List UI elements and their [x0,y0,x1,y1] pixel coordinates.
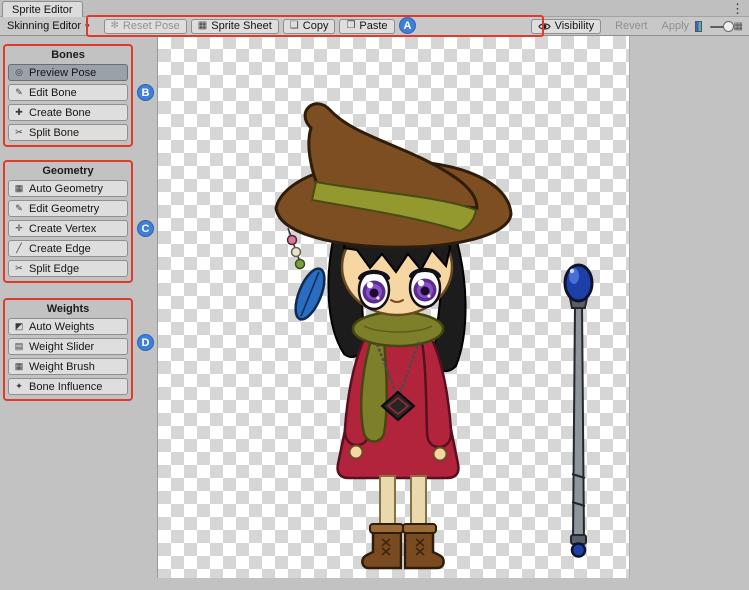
create-bone-button[interactable]: ✚ Create Bone [8,104,128,121]
bones-panel: Bones ◎ Preview Pose ✎ Edit Bone ✚ Creat… [3,44,133,147]
zoom-slider[interactable] [710,19,728,34]
kebab-menu-icon[interactable]: ⋮ [731,1,744,17]
weight-slider-label: Weight Slider [29,341,94,353]
split-edge-button[interactable]: ✂ Split Edge [8,260,128,277]
weight-slider-icon: ▤ [13,342,25,351]
eye-icon [538,22,551,31]
auto-weights-icon: ◩ [13,322,25,331]
edit-bone-label: Edit Bone [29,87,77,99]
reset-pose-button[interactable]: ✻ Reset Pose [104,19,187,34]
edit-geometry-icon: ✎ [13,204,25,213]
reset-pose-label: Reset Pose [123,21,180,32]
zoom-slider-knob[interactable] [723,21,734,32]
annotation-badge-c: C [137,220,154,237]
apply-button[interactable]: Apply [656,19,696,34]
create-edge-label: Create Edge [29,243,91,255]
create-vertex-icon: ✛ [13,224,25,233]
editor-mode-label: Skinning Editor [7,20,81,32]
split-edge-icon: ✂ [13,264,25,273]
split-bone-button[interactable]: ✂ Split Bone [8,124,128,141]
chevron-down-icon: ▾ [85,21,90,32]
auto-geometry-label: Auto Geometry [29,183,103,195]
split-edge-label: Split Edge [29,263,79,275]
sprite-sheet-label: Sprite Sheet [211,21,272,32]
copy-icon: ❏ [290,21,299,31]
auto-geometry-icon: ▦ [13,184,25,193]
geometry-panel: Geometry ▦ Auto Geometry ✎ Edit Geometry… [3,160,133,283]
rgb-alpha-swatch-icon[interactable] [695,21,702,32]
edit-bone-button[interactable]: ✎ Edit Bone [8,84,128,101]
edit-geometry-label: Edit Geometry [29,203,99,215]
bone-influence-label: Bone Influence [29,381,102,393]
weights-panel: Weights ◩ Auto Weights ▤ Weight Slider ▦… [3,298,133,401]
geometry-panel-title: Geometry [8,165,128,177]
preview-pose-button[interactable]: ◎ Preview Pose [8,64,128,81]
reset-pose-icon: ✻ [111,21,119,31]
preview-pose-label: Preview Pose [29,67,96,79]
edit-geometry-button[interactable]: ✎ Edit Geometry [8,200,128,217]
create-vertex-button[interactable]: ✛ Create Vertex [8,220,128,237]
create-edge-button[interactable]: ╱ Create Edge [8,240,128,257]
create-vertex-label: Create Vertex [29,223,96,235]
bone-influence-icon: ✦ [13,382,25,391]
revert-button[interactable]: Revert [609,19,653,34]
create-bone-label: Create Bone [29,107,91,119]
split-bone-label: Split Bone [29,127,79,139]
staff-sprite [565,265,592,557]
copy-button[interactable]: ❏ Copy [283,19,336,34]
weight-brush-label: Weight Brush [29,361,95,373]
sprite-canvas[interactable] [157,36,630,578]
sprite-canvas-art [158,36,631,578]
visibility-label: Visibility [555,21,595,32]
edit-bone-icon: ✎ [13,88,25,97]
bones-panel-title: Bones [8,49,128,61]
annotation-badge-a: A [399,17,416,34]
sprite-sheet-button[interactable]: ▦ Sprite Sheet [191,19,279,34]
sprite-sheet-icon: ▦ [198,21,207,31]
tab-bar: Sprite Editor ⋮ [0,0,749,17]
character-sprite [276,104,511,568]
auto-geometry-button[interactable]: ▦ Auto Geometry [8,180,128,197]
weight-brush-button[interactable]: ▦ Weight Brush [8,358,128,375]
auto-weights-label: Auto Weights [29,321,94,333]
tab-sprite-editor[interactable]: Sprite Editor [2,1,83,17]
copy-label: Copy [303,21,329,32]
visibility-button[interactable]: Visibility [531,19,602,34]
bone-influence-button[interactable]: ✦ Bone Influence [8,378,128,395]
auto-weights-button[interactable]: ◩ Auto Weights [8,318,128,335]
weight-brush-icon: ▦ [13,362,25,371]
preview-pose-icon: ◎ [13,68,25,77]
grid-icon: ▦ [734,21,743,32]
left-sidebar: Bones ◎ Preview Pose ✎ Edit Bone ✚ Creat… [0,36,157,590]
weights-panel-title: Weights [8,303,128,315]
annotation-badge-b: B [137,84,154,101]
paste-label: Paste [359,21,387,32]
create-edge-icon: ╱ [13,244,25,253]
editor-mode-dropdown[interactable]: Skinning Editor ▾ [3,19,94,33]
weight-slider-button[interactable]: ▤ Weight Slider [8,338,128,355]
split-bone-icon: ✂ [13,128,25,137]
toolbar: Skinning Editor ▾ ✻ Reset Pose ▦ Sprite … [0,17,749,36]
paste-icon: ❐ [346,21,355,31]
annotation-badge-d: D [137,334,154,351]
paste-button[interactable]: ❐ Paste [339,19,394,34]
sprite-editor-window: { "window": { "tab": "Sprite Editor", "m… [0,0,749,590]
create-bone-icon: ✚ [13,108,25,117]
